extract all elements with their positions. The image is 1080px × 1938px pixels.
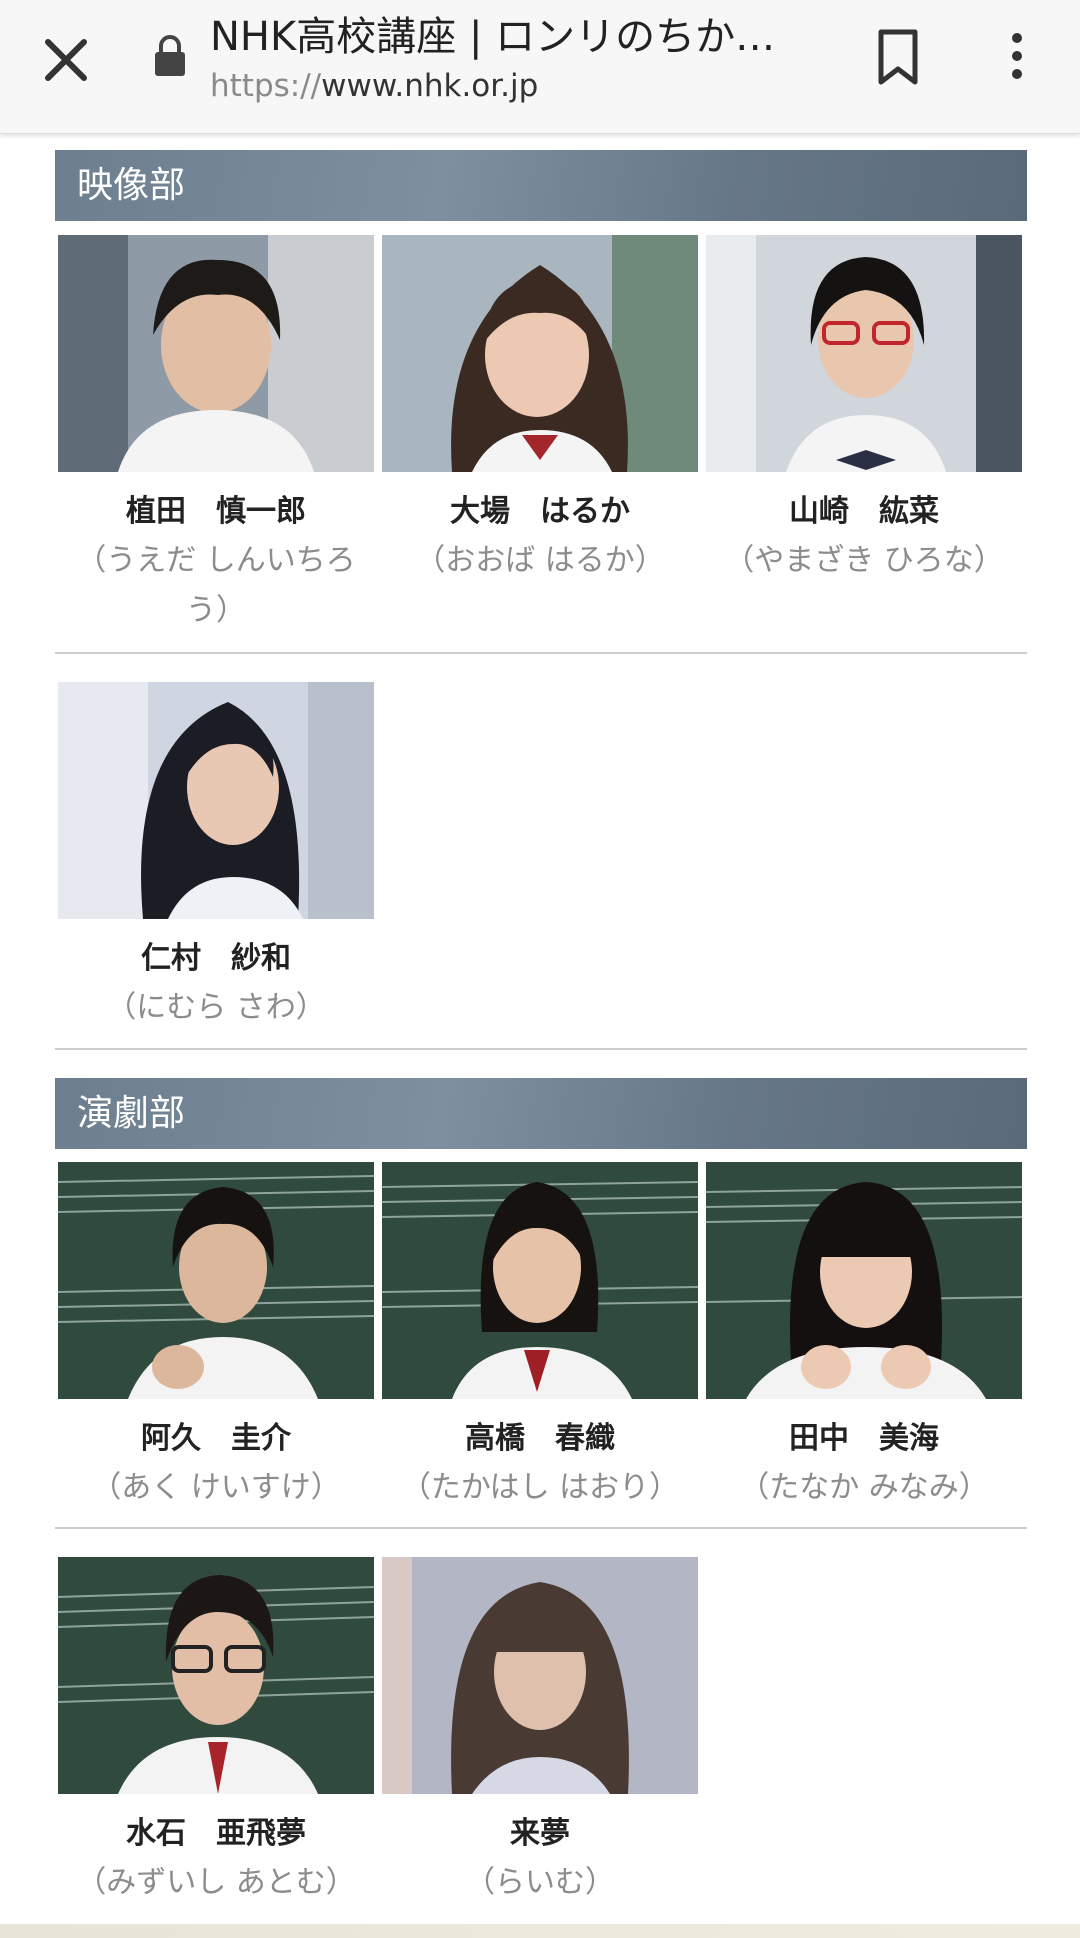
member-name: 植田 慎一郎 — [126, 494, 306, 529]
member-name: 大場 はるか — [450, 494, 630, 529]
member-name: 水石 亜飛夢 — [126, 1816, 306, 1851]
url-bar[interactable]: https://www.nhk.or.jp — [210, 66, 538, 106]
lock-icon — [155, 35, 185, 76]
browser-toolbar: NHK高校講座 | ロンリのちか… https://www.nhk.or.jp — [0, 0, 1080, 134]
member-reading: （あく けいすけ） — [91, 1470, 341, 1505]
divider — [55, 1048, 1027, 1050]
member-card[interactable]: 田中 美海 （たなか みなみ） — [706, 1162, 1022, 1513]
member-card[interactable]: 山崎 紘菜 （やまざき ひろな） — [706, 235, 1022, 586]
member-photo — [58, 1162, 374, 1399]
page-title[interactable]: NHK高校講座 | ロンリのちか… — [210, 12, 830, 62]
member-reading: （やまざき ひろな） — [724, 543, 1004, 578]
member-card[interactable]: 阿久 圭介 （あく けいすけ） — [58, 1162, 374, 1513]
divider — [55, 652, 1027, 654]
member-photo — [58, 1557, 374, 1794]
url-host: www.nhk.or.jp — [321, 68, 539, 104]
url-scheme: https:// — [210, 68, 322, 104]
member-reading: （うえだ しんいちろう） — [76, 543, 356, 628]
member-photo — [382, 1557, 698, 1794]
member-reading: （たかはし はおり） — [400, 1470, 680, 1505]
member-photo — [382, 235, 698, 472]
section-header-engekibu: 演劇部 — [55, 1078, 1027, 1149]
member-reading: （みずいし あとむ） — [76, 1865, 356, 1900]
member-card[interactable]: 来夢 （らいむ） — [382, 1557, 698, 1908]
member-reading: （おおば はるか） — [415, 543, 665, 578]
member-name: 仁村 紗和 — [141, 941, 291, 976]
member-card[interactable]: 水石 亜飛夢 （みずいし あとむ） — [58, 1557, 374, 1908]
divider — [55, 1527, 1027, 1529]
page-bottom-edge — [0, 1924, 1080, 1938]
member-photo — [706, 1162, 1022, 1399]
more-menu-icon[interactable] — [1000, 30, 1034, 82]
member-name: 田中 美海 — [789, 1421, 939, 1456]
member-name: 山崎 紘菜 — [789, 494, 939, 529]
section-header-eizobu: 映像部 — [55, 150, 1027, 221]
close-icon[interactable] — [36, 30, 96, 90]
member-name: 来夢 — [510, 1816, 570, 1851]
member-card[interactable]: 高橋 春織 （たかはし はおり） — [382, 1162, 698, 1513]
member-name: 阿久 圭介 — [141, 1421, 291, 1456]
member-name: 高橋 春織 — [465, 1421, 615, 1456]
member-photo — [58, 682, 374, 919]
member-reading: （にむら さわ） — [106, 990, 326, 1025]
member-reading: （たなか みなみ） — [739, 1470, 989, 1505]
member-reading: （らいむ） — [465, 1865, 615, 1900]
member-card[interactable]: 植田 慎一郎 （うえだ しんいちろう） — [58, 235, 374, 636]
bookmark-icon[interactable] — [875, 28, 921, 86]
member-card[interactable]: 大場 はるか （おおば はるか） — [382, 235, 698, 586]
member-photo — [382, 1162, 698, 1399]
member-card[interactable]: 仁村 紗和 （にむら さわ） — [58, 682, 374, 1033]
member-photo — [706, 235, 1022, 472]
member-photo — [58, 235, 374, 472]
